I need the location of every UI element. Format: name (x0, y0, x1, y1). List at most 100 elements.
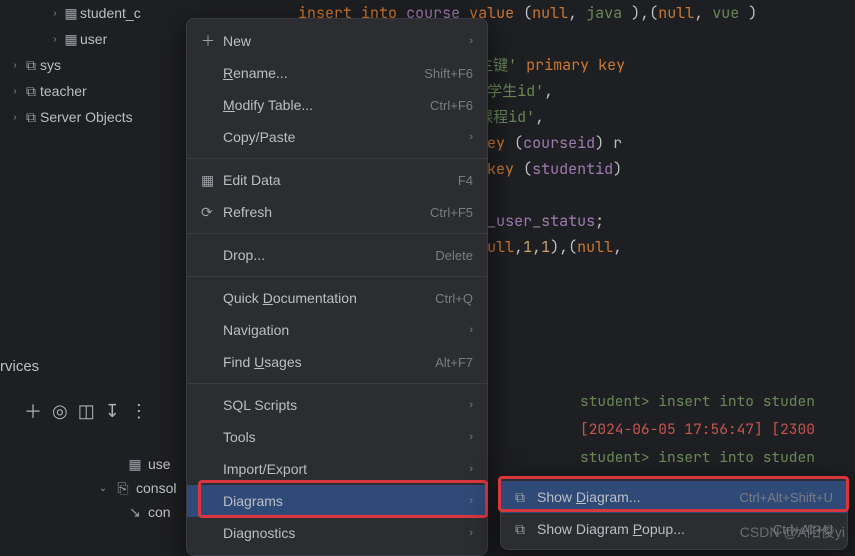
chevron-right-icon: › (8, 86, 22, 97)
services-tree-item[interactable]: ↘con (66, 500, 176, 524)
services-tree-item[interactable]: ▦use (66, 452, 176, 476)
menu-icon: ⟳ (201, 204, 223, 221)
menu-separator (187, 233, 487, 234)
database-tree: ›▦student_c›▦user›⧉sys›⧉teacher›⧉Server … (0, 0, 185, 130)
tree-item-label: Server Objects (40, 109, 133, 125)
toolbar-button[interactable]: ⋮ (130, 401, 148, 422)
menu-shortcut: Ctrl+F5 (430, 205, 473, 220)
menu-item-label: Edit Data (223, 172, 458, 188)
chevron-down-icon: ⌄ (96, 483, 110, 494)
menu-item-label: Copy/Paste (223, 129, 463, 145)
chevron-right-icon: › (469, 324, 473, 336)
chevron-right-icon: › (469, 431, 473, 443)
table-icon: ⧉ (22, 57, 40, 74)
console-output: student> insert into studen[2024-06-05 1… (500, 388, 855, 488)
menu-shortcut: Ctrl+Q (435, 291, 473, 306)
menu-item-diagrams[interactable]: Diagrams› (187, 485, 487, 517)
menu-icon: ＋ (201, 31, 223, 51)
tree-item[interactable]: ›⧉sys (0, 52, 185, 78)
toolbar-button[interactable]: ↧ (105, 401, 120, 422)
diagram-icon: ⧉ (515, 489, 537, 506)
console-line: student> insert into studen (580, 388, 855, 416)
chevron-right-icon: › (48, 8, 62, 19)
node-icon: ⎘ (114, 480, 132, 497)
services-panel-title: rvices (0, 358, 39, 375)
menu-item-label: Import/Export (223, 461, 463, 477)
tree-item[interactable]: ›▦student_c (0, 0, 185, 26)
toolbar-button[interactable]: ◫ (78, 401, 95, 422)
chevron-right-icon: › (48, 34, 62, 45)
menu-shortcut: Shift+F6 (424, 66, 473, 81)
chevron-right-icon: › (8, 60, 22, 71)
menu-shortcut: Alt+F7 (435, 355, 473, 370)
menu-item-find-usages[interactable]: Find UsagesAlt+F7 (187, 346, 487, 378)
node-icon: ↘ (126, 504, 144, 521)
tree-item-label: teacher (40, 83, 87, 99)
menu-item-label: Quick Documentation (223, 290, 435, 306)
table-icon: ⧉ (22, 83, 40, 100)
chevron-right-icon: › (469, 35, 473, 47)
menu-shortcut: Delete (435, 248, 473, 263)
tree-item[interactable]: ›▦user (0, 26, 185, 52)
menu-item-label: Modify Table... (223, 97, 430, 113)
menu-shortcut: F4 (458, 173, 473, 188)
tree-item[interactable]: ›⧉teacher (0, 78, 185, 104)
table-icon: ⧉ (22, 109, 40, 126)
menu-item-label: Tools (223, 429, 463, 445)
menu-item-tools[interactable]: Tools › (187, 421, 487, 453)
toolbar-button[interactable]: ◎ (52, 401, 68, 422)
menu-shortcut: Ctrl+Alt+Shift+U (739, 490, 833, 505)
menu-item-modify-table[interactable]: Modify Table...Ctrl+F6 (187, 89, 487, 121)
chevron-right-icon: › (469, 495, 473, 507)
submenu-item-label: Show Diagram... (537, 489, 739, 505)
menu-item-label: Find Usages (223, 354, 435, 370)
tree-item-label: student_c (80, 5, 141, 21)
menu-item-label: SQL Scripts (223, 397, 463, 413)
tree-item-label: user (80, 31, 107, 47)
table-icon: ▦ (62, 5, 80, 22)
tree-item-label: sys (40, 57, 61, 73)
menu-item-import-export[interactable]: Import/Export › (187, 453, 487, 485)
menu-item-label: Drop... (223, 247, 435, 263)
console-line: student> insert into studen (580, 444, 855, 472)
node-icon: ▦ (126, 456, 144, 473)
chevron-right-icon: › (469, 527, 473, 539)
diagram-icon: ⧉ (515, 521, 537, 538)
menu-item-label: New (223, 33, 463, 49)
menu-item-quick-documentation[interactable]: Quick DocumentationCtrl+Q (187, 282, 487, 314)
menu-item-rename[interactable]: Rename...Shift+F6 (187, 57, 487, 89)
services-tree-label: consol (136, 480, 176, 496)
menu-item-drop[interactable]: Drop...Delete (187, 239, 487, 271)
context-menu: ＋New›Rename...Shift+F6Modify Table...Ctr… (186, 18, 488, 556)
watermark: CSDN @A阳俊yi (740, 522, 845, 542)
menu-item-label: Rename... (223, 65, 424, 81)
toolbar-button[interactable]: ＋ (24, 398, 42, 424)
menu-item-copy-paste[interactable]: Copy/Paste › (187, 121, 487, 153)
menu-item-label: Refresh (223, 204, 430, 220)
chevron-right-icon: › (469, 131, 473, 143)
tree-item[interactable]: ›⧉Server Objects (0, 104, 185, 130)
menu-shortcut: Ctrl+F6 (430, 98, 473, 113)
menu-item-label: Diagnostics (223, 525, 463, 541)
services-tree: ▦use ⌄ ⎘consol ↘con (66, 452, 176, 524)
submenu-item-label: Show Diagram Popup... (537, 521, 773, 537)
menu-separator (187, 276, 487, 277)
chevron-right-icon: › (469, 399, 473, 411)
menu-item-navigation[interactable]: Navigation › (187, 314, 487, 346)
menu-item-new[interactable]: ＋New › (187, 25, 487, 57)
menu-separator (187, 383, 487, 384)
services-toolbar: ＋ ◎ ◫ ↧ ⋮ (24, 398, 148, 424)
services-tree-label: use (148, 456, 171, 472)
chevron-right-icon: › (8, 112, 22, 123)
menu-separator (187, 158, 487, 159)
table-icon: ▦ (62, 31, 80, 48)
menu-icon: ▦ (201, 172, 223, 189)
menu-item-diagnostics[interactable]: Diagnostics › (187, 517, 487, 549)
services-tree-item[interactable]: ⌄ ⎘consol (66, 476, 176, 500)
menu-item-refresh[interactable]: ⟳RefreshCtrl+F5 (187, 196, 487, 228)
menu-item-label: Navigation (223, 322, 463, 338)
console-line: [2024-06-05 17:56:47] [2300 (580, 416, 855, 444)
menu-item-edit-data[interactable]: ▦Edit DataF4 (187, 164, 487, 196)
menu-item-sql-scripts[interactable]: SQL Scripts › (187, 389, 487, 421)
chevron-right-icon: › (469, 463, 473, 475)
